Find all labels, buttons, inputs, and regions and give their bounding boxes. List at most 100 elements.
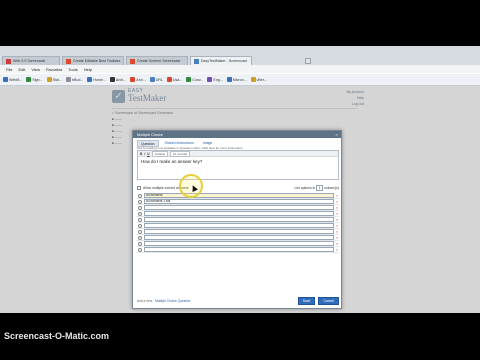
bookmark-label: WebM...: [9, 77, 23, 82]
delete-x-icon[interactable]: ×: [335, 235, 339, 240]
answer-input[interactable]: [144, 217, 334, 222]
video-letterbox-top: [0, 0, 480, 46]
menu-favorites[interactable]: Favorites: [46, 67, 62, 72]
multiple-choice-dialog: Multiple Choice × Question Shared Instru…: [132, 130, 342, 309]
bookmark-item[interactable]: Eng...: [207, 77, 223, 82]
favicon-icon: [109, 77, 115, 82]
menu-edit[interactable]: Edit: [18, 67, 25, 72]
question-editor[interactable]: B I U Verdana 12 (normal) How do I make …: [137, 150, 339, 180]
menu-help[interactable]: Help: [84, 67, 92, 72]
bookmark-item[interactable]: Ann...: [130, 77, 146, 82]
delete-x-icon[interactable]: ×: [335, 205, 339, 210]
answer-input[interactable]: [144, 223, 334, 228]
add-question-link[interactable]: Multiple Choice Question: [155, 299, 190, 303]
bookmark-item[interactable]: Stat...: [46, 77, 62, 82]
correct-answer-radio[interactable]: [138, 247, 142, 252]
dialog-title: Multiple Choice: [133, 131, 341, 138]
menu-view[interactable]: View: [31, 67, 40, 72]
favicon-icon: [87, 77, 93, 82]
correct-answer-radio[interactable]: [138, 235, 142, 240]
correct-answer-radio[interactable]: [138, 193, 142, 198]
answer-input[interactable]: All Answers 1 sdf: [144, 199, 334, 204]
bookmark-label: vBer...: [256, 77, 267, 82]
browser-tab[interactable]: Create Editable Best Toolbars: [62, 56, 124, 65]
columns-select[interactable]: 1: [316, 185, 324, 191]
correct-answer-radio[interactable]: [138, 205, 142, 210]
bookmark-item[interactable]: Arch...: [109, 77, 127, 82]
correct-answer-radio[interactable]: [138, 241, 142, 246]
dialog-buttons: Save Cancel: [297, 297, 339, 305]
delete-x-icon[interactable]: ×: [335, 193, 339, 198]
delete-x-icon[interactable]: ×: [335, 217, 339, 222]
bookmark-item[interactable]: vBer...: [250, 77, 267, 82]
bookmark-label: Stat...: [52, 77, 62, 82]
correct-answer-radio[interactable]: [138, 199, 142, 204]
answer-input[interactable]: [144, 211, 334, 216]
delete-x-icon[interactable]: ×: [335, 223, 339, 228]
bookmark-label: Conv...: [192, 77, 204, 82]
new-tab-button[interactable]: [305, 58, 311, 64]
italic-button[interactable]: I: [144, 152, 145, 156]
bookmark-item[interactable]: Sign...: [26, 77, 43, 82]
favicon-icon: [149, 77, 155, 82]
bookmark-label: Ann...: [136, 77, 146, 82]
cancel-button[interactable]: Cancel: [318, 297, 339, 305]
correct-answer-radio[interactable]: [138, 211, 142, 216]
font-select[interactable]: Verdana: [151, 150, 168, 157]
bookmark-label: Home...: [93, 77, 106, 82]
favicon-icon: [26, 77, 32, 82]
page-icon: [6, 58, 11, 64]
delete-x-icon[interactable]: ×: [335, 199, 339, 204]
browser-tab-strip: Web 2.0 Screencast Create Editable Best …: [0, 46, 480, 65]
bookmark-label: Micron...: [232, 77, 247, 82]
bookmark-item[interactable]: Home...: [87, 77, 106, 82]
size-select[interactable]: 12 (normal): [169, 150, 191, 157]
bookmark-label: Usa...: [172, 77, 183, 82]
bookmark-item[interactable]: eBud...: [65, 77, 83, 82]
page-icon: [130, 58, 135, 64]
delete-x-icon[interactable]: ×: [335, 247, 339, 252]
question-text[interactable]: How do I make an answer key?: [138, 157, 338, 166]
underline-button[interactable]: U: [147, 152, 149, 156]
menu-tools[interactable]: Tools: [68, 67, 77, 72]
delete-x-icon[interactable]: ×: [335, 241, 339, 246]
add-new-label: Add a new:: [137, 299, 153, 303]
correct-answer-radio[interactable]: [138, 217, 142, 222]
bookmark-item[interactable]: WebM...: [3, 77, 22, 82]
favicon-icon: [226, 77, 232, 82]
bookmark-item[interactable]: URL: [149, 77, 163, 82]
bookmark-item[interactable]: Micron...: [226, 77, 247, 82]
bookmark-label: Eng...: [213, 77, 223, 82]
save-button[interactable]: Save: [297, 297, 316, 305]
answer-input[interactable]: [144, 241, 334, 246]
favicon-icon: [65, 77, 71, 82]
tab-label: Web 2.0 Screencast: [13, 59, 46, 63]
bookmark-label: Arch...: [115, 77, 127, 82]
delete-x-icon[interactable]: ×: [335, 211, 339, 216]
browser-tab[interactable]: Create Screenr Screencast: [126, 56, 188, 65]
bookmark-item[interactable]: Conv...: [186, 77, 203, 82]
answer-input[interactable]: [144, 205, 334, 210]
bookmark-item[interactable]: Usa...: [166, 77, 183, 82]
favicon-icon: [46, 77, 52, 82]
answer-input[interactable]: [144, 229, 334, 234]
bold-button[interactable]: B: [140, 152, 142, 156]
answer-row: ×: [137, 247, 339, 253]
answer-input[interactable]: All Answers: [144, 193, 334, 198]
close-icon[interactable]: ×: [334, 132, 339, 137]
browser-tab[interactable]: Web 2.0 Screencast: [2, 56, 60, 65]
allow-multiple-checkbox[interactable]: [137, 186, 141, 190]
tab-label: Create Screenr Screencast: [137, 59, 181, 63]
delete-x-icon[interactable]: ×: [335, 229, 339, 234]
menu-file[interactable]: File: [6, 67, 12, 72]
menu-bar: File Edit View Favorites Tools Help: [0, 65, 480, 73]
browser-tab-active[interactable]: EasyTestMaker - Screencast: [190, 56, 252, 65]
bookmark-label: URL: [155, 77, 163, 82]
correct-answer-radio[interactable]: [138, 229, 142, 234]
correct-answer-radio[interactable]: [138, 223, 142, 228]
columns-control: List options in 1 column(s): [294, 185, 339, 191]
answer-input[interactable]: [144, 247, 334, 252]
bookmarks-bar: WebM... Sign... Stat... eBud... Home... …: [0, 74, 480, 86]
watermark: Screencast-O-Matic.com: [4, 331, 110, 341]
answer-input[interactable]: [144, 235, 334, 240]
